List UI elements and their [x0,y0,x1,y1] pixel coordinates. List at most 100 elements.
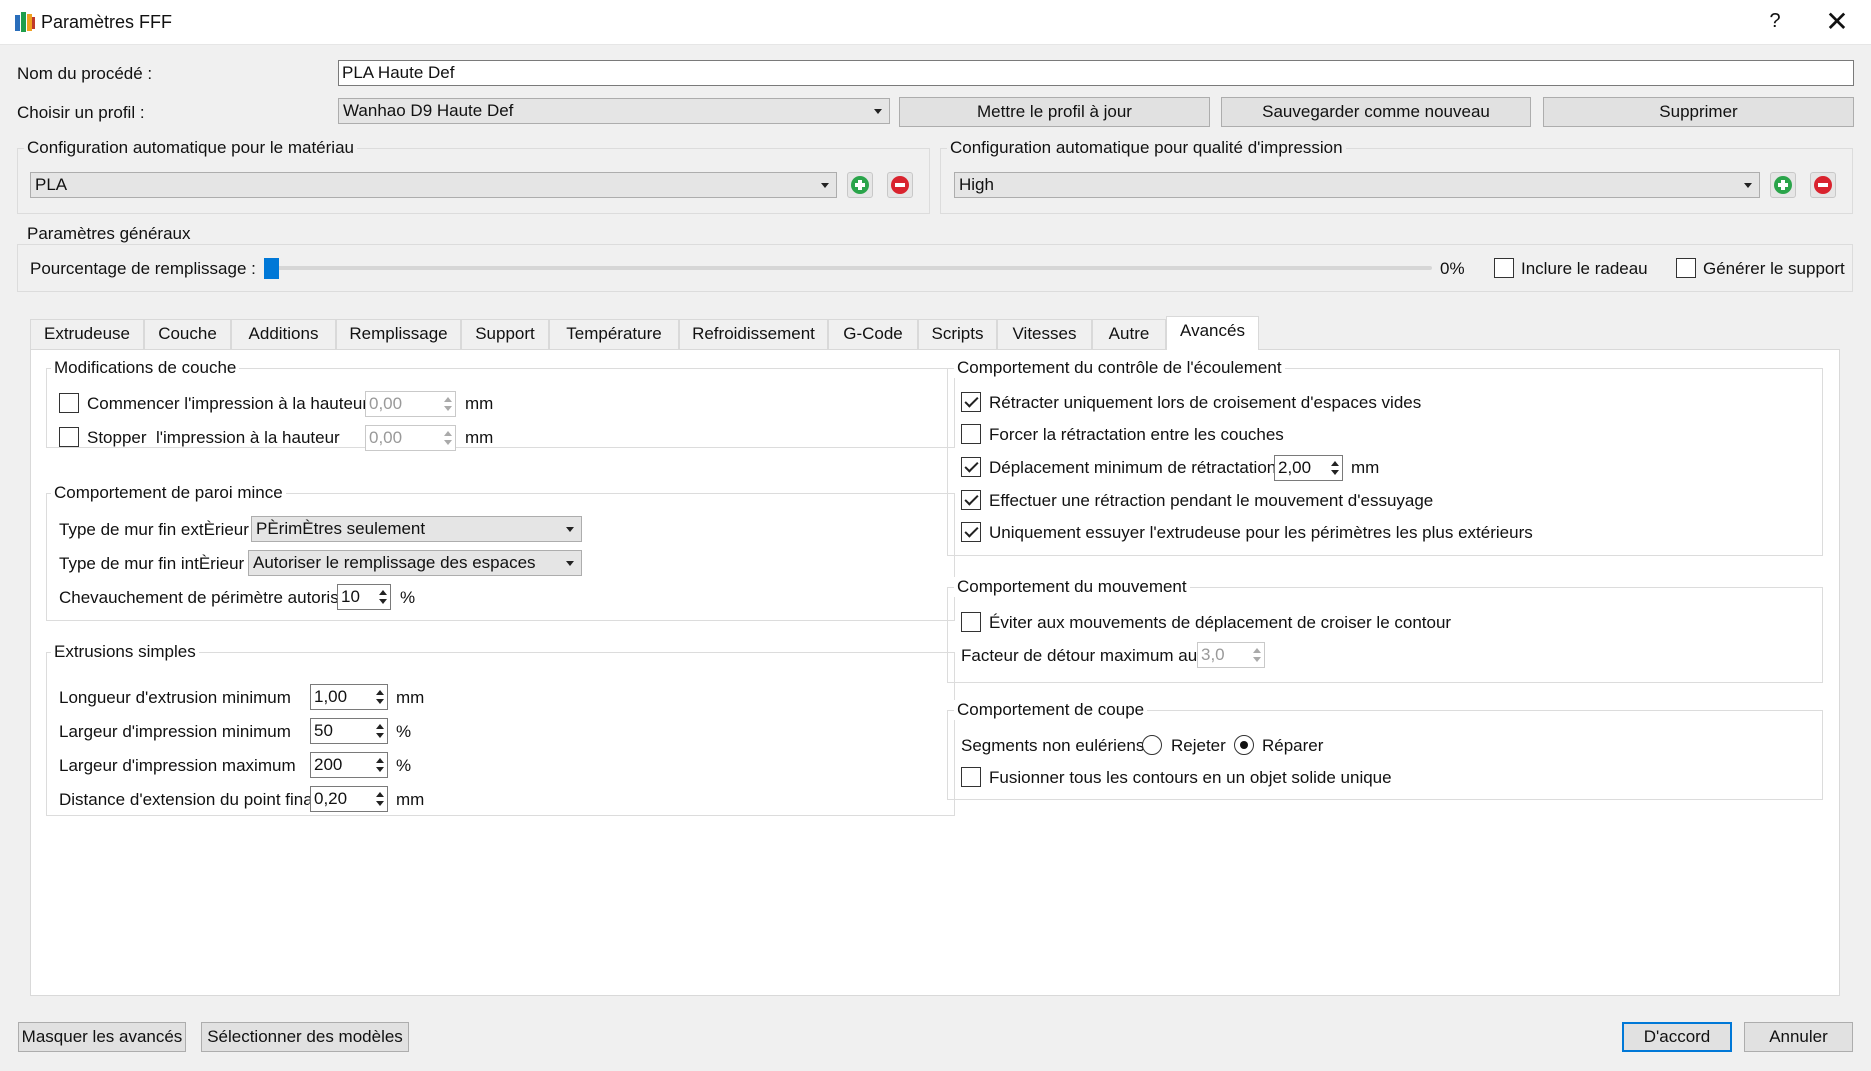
spin-up-icon [1253,648,1261,653]
infill-slider-handle[interactable] [264,258,279,279]
remove-material-button[interactable] [887,172,913,198]
wipe-outer-checkbox[interactable] [961,522,981,542]
tab-additions[interactable]: Additions [231,319,336,349]
general-settings-title: Paramètres généraux [24,224,194,244]
tab-refroidissement[interactable]: Refroidissement [679,319,828,349]
add-material-button[interactable] [847,172,873,198]
perimeter-overlap-unit: % [400,588,416,607]
detour-factor-spinbox[interactable]: 3,0 [1197,642,1265,668]
force-retract-label: Forcer la rétractation entre les couches [989,425,1284,444]
wipe-outer-label: Uniquement essuyer l'extrudeuse pour les… [989,523,1533,542]
force-retract-checkbox[interactable] [961,424,981,444]
movement-title: Comportement du mouvement [954,577,1190,597]
extrusion-row-spinbox[interactable]: 0,20 [310,786,388,812]
movement-group [947,587,1823,683]
extrusion-row-value: 0,20 [314,789,348,808]
spin-up-icon [1331,461,1339,466]
outer-thin-wall-value: PÈrimÈtres seulement [256,519,426,538]
avoid-crossing-label: Éviter aux mouvements de déplacement de … [989,613,1452,632]
perimeter-overlap-label: Chevauchement de périmètre autorisé [59,588,349,607]
hide-advanced-button[interactable]: Masquer les avancés [18,1022,186,1052]
select-models-button[interactable]: Sélectionner des modèles [201,1022,409,1052]
extrusion-row-label: Distance d'extension du point final [59,790,317,809]
spin-down-icon [444,440,452,445]
material-select-value: PLA [35,175,68,194]
spin-up-icon [376,792,384,797]
ok-button[interactable]: D'accord [1622,1022,1732,1052]
extrusion-row-label: Largeur d'impression maximum [59,756,296,775]
min-travel-value: 2,00 [1278,458,1312,477]
remove-quality-button[interactable] [1810,172,1836,198]
extrusion-row-spinbox[interactable]: 50 [310,718,388,744]
spin-down-icon [1253,657,1261,662]
stop-height-unit: mm [465,428,494,447]
stop-height-spinbox[interactable]: 0,00 [365,425,456,451]
save-new-profile-button[interactable]: Sauvegarder comme nouveau [1221,97,1531,127]
tab-support[interactable]: Support [461,319,549,349]
start-height-spinbox[interactable]: 0,00 [365,391,456,417]
spin-up-icon [376,758,384,763]
retract-crossing-checkbox[interactable] [961,392,981,412]
update-profile-button[interactable]: Mettre le profil à jour [899,97,1210,127]
tab-extrudeuse[interactable]: Extrudeuse [30,319,144,349]
min-travel-checkbox[interactable] [961,457,981,477]
quality-select-value: High [959,175,994,194]
extrusion-row-unit: mm [396,790,425,809]
process-name-input[interactable]: PLA Haute Def [338,60,1854,86]
perimeter-overlap-value: 10 [341,587,360,606]
raft-checkbox[interactable] [1494,258,1514,278]
tab-g-code[interactable]: G-Code [828,319,918,349]
start-height-checkbox[interactable] [59,393,79,413]
app-logo-icon [15,12,35,32]
merge-contours-label: Fusionner tous les contours en un objet … [989,768,1392,787]
wipe-retract-checkbox[interactable] [961,490,981,510]
material-select[interactable]: PLA [30,172,837,198]
spin-down-icon [1331,470,1339,475]
tab-temp-rature[interactable]: Température [549,319,679,349]
infill-slider-track[interactable] [264,266,1432,270]
repair-label: Réparer [1262,736,1324,755]
perimeter-overlap-spinbox[interactable]: 10 [337,584,391,610]
delete-profile-button[interactable]: Supprimer [1543,97,1854,127]
min-travel-spinbox[interactable]: 2,00 [1274,455,1343,481]
reject-radio[interactable] [1142,735,1162,755]
quality-select[interactable]: High [954,172,1760,198]
chevron-down-icon [566,527,574,532]
stop-height-checkbox[interactable] [59,427,79,447]
support-checkbox[interactable] [1676,258,1696,278]
extrusion-row-unit: % [396,756,412,775]
tab-couche[interactable]: Couche [144,319,231,349]
tab-scripts[interactable]: Scripts [918,319,997,349]
layer-mods-title: Modifications de couche [51,358,240,378]
merge-contours-checkbox[interactable] [961,767,981,787]
avoid-crossing-checkbox[interactable] [961,612,981,632]
reject-label: Rejeter [1171,736,1226,755]
tab-autre[interactable]: Autre [1092,319,1166,349]
extrusion-row-spinbox[interactable]: 200 [310,752,388,778]
repair-radio[interactable] [1234,735,1254,755]
spin-down-icon [376,699,384,704]
tab-remplissage[interactable]: Remplissage [336,319,461,349]
advanced-tab-panel: Modifications de couche Commencer l'impr… [30,349,1840,996]
profile-select[interactable]: Wanhao D9 Haute Def [338,98,890,124]
inner-thin-wall-value: Autoriser le remplissage des espaces [253,553,536,572]
single-extrusions-title: Extrusions simples [51,642,199,662]
add-quality-button[interactable] [1770,172,1796,198]
tab-vitesses[interactable]: Vitesses [997,319,1092,349]
inner-thin-wall-label: Type de mur fin intÈrieur [59,554,245,573]
extrusion-row-spinbox[interactable]: 1,00 [310,684,388,710]
close-icon[interactable]: ✕ [1815,6,1859,40]
spin-up-icon [444,397,452,402]
stop-height-label: Stopper l'impression à la hauteur [87,428,340,447]
inner-thin-wall-select[interactable]: Autoriser le remplissage des espaces [248,550,582,576]
help-icon[interactable]: ? [1755,10,1795,36]
extrusion-row-label: Longueur d'extrusion minimum [59,688,291,707]
outer-thin-wall-select[interactable]: PÈrimÈtres seulement [251,516,582,542]
stop-height-value: 0,00 [369,428,403,447]
extrusion-row-unit: % [396,722,412,741]
tab-avanc-s[interactable]: Avancés [1166,316,1259,350]
ooze-title: Comportement du contrôle de l'écoulement [954,358,1285,378]
chevron-down-icon [874,109,882,114]
detour-factor-value: 3,0 [1201,645,1225,664]
cancel-button[interactable]: Annuler [1744,1022,1853,1052]
